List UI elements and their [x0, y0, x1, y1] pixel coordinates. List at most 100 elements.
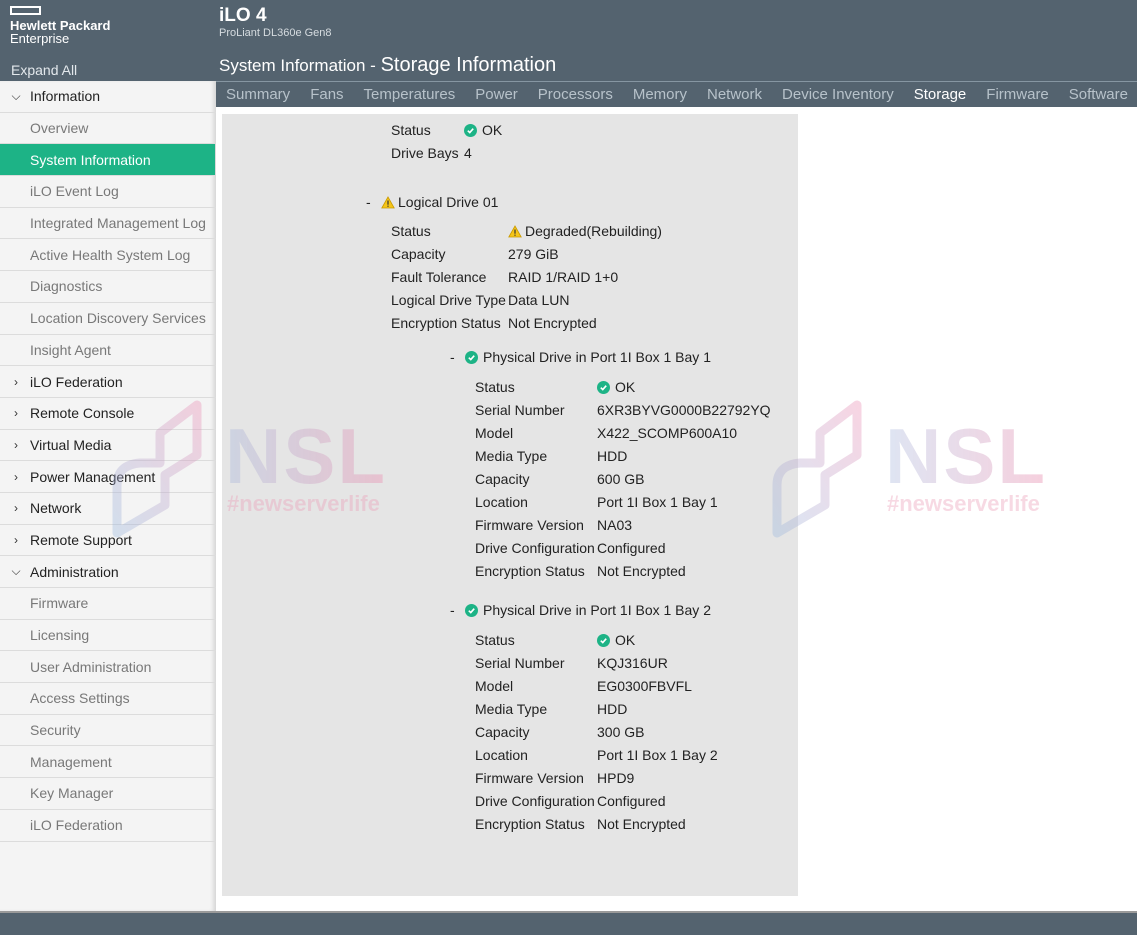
sidebar-item-system-information[interactable]: System Information	[0, 144, 215, 177]
prop-label: Status	[475, 379, 515, 395]
sidebar-item-access-settings[interactable]: Access Settings	[0, 683, 216, 715]
drive-bays-value: 4	[464, 145, 472, 161]
prop-label: Drive Configuration	[475, 540, 595, 556]
prop-value: 600 GB	[597, 471, 645, 487]
prop-value: Degraded(Rebuilding)	[525, 223, 662, 239]
prop-value: Not Encrypted	[597, 563, 686, 579]
sidebar-item-integrated-management-log[interactable]: Integrated Management Log	[0, 208, 216, 240]
ld-prop-row: Logical Drive Type Data LUN	[391, 292, 569, 308]
tab-summary[interactable]: Summary	[226, 86, 290, 103]
pd-prop-row: Location Port 1I Box 1 Bay 2	[475, 747, 718, 763]
sidebar-item-admin-ilo-federation[interactable]: iLO Federation	[0, 810, 216, 842]
footer-bar	[0, 913, 1137, 935]
collapse-toggle[interactable]: -	[450, 349, 465, 365]
brand-line2: Enterprise	[10, 31, 70, 46]
physical-drive-header[interactable]: - Physical Drive in Port 1I Box 1 Bay 1	[450, 349, 711, 365]
pd-prop-row: Firmware Version HPD9	[475, 770, 634, 786]
sidebar-item-remote-support[interactable]: › Remote Support	[0, 525, 216, 557]
product-title: iLO 4	[219, 5, 267, 26]
controller-status-value: OK	[482, 122, 503, 138]
sidebar-item-administration[interactable]: ⌵ Administration	[0, 556, 216, 588]
sidebar-item-ilo-event-log[interactable]: iLO Event Log	[0, 176, 216, 208]
prop-value: 279 GiB	[508, 246, 559, 262]
sidebar-item-label: Administration	[30, 563, 119, 580]
breadcrumb-parent: System Information -	[219, 56, 381, 75]
pd-prop-row: Encryption Status Not Encrypted	[475, 816, 686, 832]
pd-prop-row: Drive Configuration Configured	[475, 540, 666, 556]
chevron-right-icon: ›	[14, 469, 18, 484]
sidebar-item-licensing[interactable]: Licensing	[0, 620, 216, 652]
prop-label: Encryption Status	[391, 315, 501, 331]
sidebar-item-information[interactable]: ⌵ Information	[0, 81, 216, 113]
collapse-toggle[interactable]: -	[450, 602, 465, 618]
pd-prop-row: Model X422_SCOMP600A10	[475, 425, 737, 441]
tab-device-inventory[interactable]: Device Inventory	[782, 86, 894, 103]
tab-firmware[interactable]: Firmware	[986, 86, 1049, 103]
prop-value: Data LUN	[508, 292, 570, 308]
prop-label: Capacity	[391, 246, 446, 262]
prop-value: KQJ316UR	[597, 655, 668, 671]
tab-network[interactable]: Network	[707, 86, 762, 103]
prop-label: Drive Configuration	[475, 793, 595, 809]
prop-value: RAID 1/RAID 1+0	[508, 269, 619, 285]
prop-label: Capacity	[475, 471, 530, 487]
top-header: Hewlett Packard Enterprise Expand All iL…	[0, 0, 1137, 81]
tab-processors[interactable]: Processors	[538, 86, 613, 103]
sidebar-item-network[interactable]: › Network	[0, 493, 216, 525]
sidebar-item-diagnostics[interactable]: Diagnostics	[0, 271, 216, 303]
content-area: Status OK Drive Bays 4 - Logical Drive 0…	[216, 107, 1137, 911]
controller-status-row: Status OK	[391, 122, 502, 138]
controller-status-label: Status	[391, 122, 431, 138]
sidebar-item-overview[interactable]: Overview	[0, 113, 216, 145]
tab-temperatures[interactable]: Temperatures	[364, 86, 456, 103]
physical-drive-title: Physical Drive in Port 1I Box 1 Bay 2	[483, 602, 711, 618]
sidebar-item-label: iLO Federation	[30, 373, 123, 390]
sidebar-item-user-administration[interactable]: User Administration	[0, 651, 216, 684]
sidebar-nav: ⌵ Information Overview System Information…	[0, 81, 216, 911]
ok-check-icon	[465, 603, 478, 617]
prop-value-wrap: OK	[597, 632, 635, 648]
sidebar-item-label: Remote Console	[30, 405, 135, 422]
sidebar-item-key-manager[interactable]: Key Manager	[0, 778, 216, 810]
pd-prop-row: Serial Number KQJ316UR	[475, 655, 668, 671]
prop-label: Location	[475, 494, 528, 510]
collapse-toggle[interactable]: -	[366, 194, 381, 210]
sidebar-item-active-health-system-log[interactable]: Active Health System Log	[0, 239, 216, 272]
prop-label: Serial Number	[475, 655, 565, 671]
sidebar-item-location-discovery-services[interactable]: Location Discovery Services	[0, 303, 216, 335]
prop-label: Status	[475, 632, 515, 648]
chevron-down-icon: ⌵	[11, 564, 21, 579]
chevron-right-icon: ›	[14, 406, 18, 421]
tab-storage[interactable]: Storage	[914, 86, 967, 103]
sidebar-item-power-management[interactable]: › Power Management	[0, 461, 216, 493]
tab-bar: Summary Fans Temperatures Power Processo…	[216, 81, 1137, 107]
sidebar-item-insight-agent[interactable]: Insight Agent	[0, 335, 216, 367]
sidebar-item-firmware[interactable]: Firmware	[0, 588, 216, 620]
prop-value: Configured	[597, 793, 666, 809]
prop-value-wrap: Degraded(Rebuilding)	[508, 223, 662, 239]
prop-value: NA03	[597, 517, 633, 533]
tab-memory[interactable]: Memory	[633, 86, 687, 103]
sidebar-item-management[interactable]: Management	[0, 746, 216, 779]
sidebar-item-remote-console[interactable]: › Remote Console	[0, 398, 216, 430]
server-model: ProLiant DL360e Gen8	[219, 27, 332, 39]
physical-drive-header[interactable]: - Physical Drive in Port 1I Box 1 Bay 2	[450, 602, 711, 618]
prop-label: Model	[475, 425, 514, 441]
logical-drive-header[interactable]: - Logical Drive 01	[366, 194, 498, 210]
ilo-app: Hewlett Packard Enterprise Expand All iL…	[0, 0, 1137, 935]
sidebar-item-security[interactable]: Security	[0, 715, 216, 747]
pd-prop-row: Status OK	[475, 379, 635, 395]
prop-value: Not Encrypted	[597, 816, 686, 832]
sidebar-item-virtual-media[interactable]: › Virtual Media	[0, 430, 216, 462]
prop-value: Configured	[597, 540, 666, 556]
ok-check-icon	[464, 123, 477, 137]
sidebar-item-ilo-federation[interactable]: › iLO Federation	[0, 366, 216, 398]
page-title: System Information - Storage Information	[219, 54, 556, 77]
prop-value: OK	[615, 632, 636, 648]
chevron-right-icon: ›	[14, 374, 18, 389]
drive-bays-label: Drive Bays	[391, 145, 459, 161]
tab-software[interactable]: Software	[1069, 86, 1128, 103]
tab-power[interactable]: Power	[475, 86, 518, 103]
tab-fans[interactable]: Fans	[310, 86, 343, 103]
expand-all-link[interactable]: Expand All	[11, 62, 77, 78]
